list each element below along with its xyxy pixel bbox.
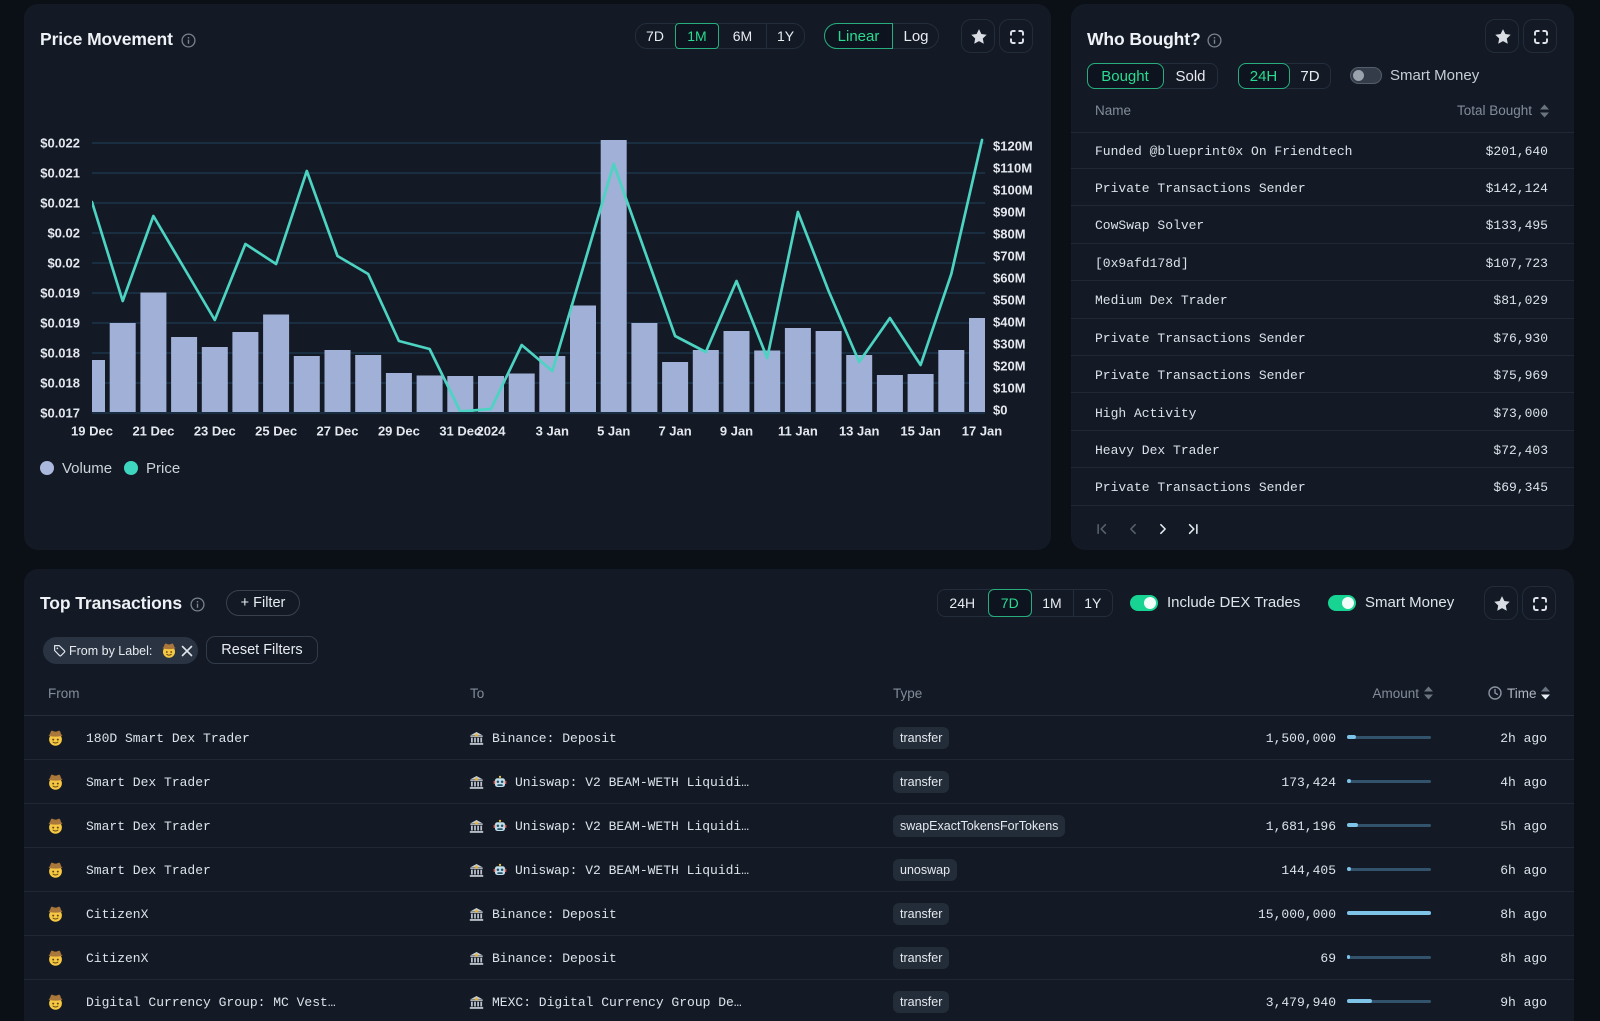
svg-text:15 Jan: 15 Jan <box>900 424 941 439</box>
svg-text:25 Dec: 25 Dec <box>255 424 297 439</box>
svg-text:19 Dec: 19 Dec <box>71 424 113 439</box>
svg-text:11 Jan: 11 Jan <box>778 424 818 439</box>
svg-text:17 Jan: 17 Jan <box>962 424 1003 439</box>
svg-text:$60M: $60M <box>993 271 1026 286</box>
svg-text:$0.019: $0.019 <box>40 286 80 301</box>
svg-text:2024: 2024 <box>477 424 507 439</box>
svg-text:$0.02: $0.02 <box>47 226 80 241</box>
svg-text:$0.021: $0.021 <box>40 196 80 211</box>
svg-text:$20M: $20M <box>993 359 1026 374</box>
svg-text:31 Dec: 31 Dec <box>439 424 481 439</box>
svg-text:$0.018: $0.018 <box>40 346 80 361</box>
svg-text:$0.019: $0.019 <box>40 316 80 331</box>
svg-text:5 Jan: 5 Jan <box>597 424 630 439</box>
svg-text:3 Jan: 3 Jan <box>536 424 569 439</box>
svg-text:$0.018: $0.018 <box>40 376 80 391</box>
svg-text:$120M: $120M <box>993 139 1033 154</box>
svg-text:$80M: $80M <box>993 227 1026 242</box>
svg-text:13 Jan: 13 Jan <box>839 424 880 439</box>
svg-text:27 Dec: 27 Dec <box>317 424 359 439</box>
svg-text:$90M: $90M <box>993 205 1026 220</box>
svg-text:$100M: $100M <box>993 183 1033 198</box>
svg-text:7 Jan: 7 Jan <box>658 424 691 439</box>
svg-text:9 Jan: 9 Jan <box>720 424 753 439</box>
svg-text:$0.02: $0.02 <box>47 256 80 271</box>
svg-text:$0: $0 <box>993 403 1007 418</box>
svg-text:$30M: $30M <box>993 337 1026 352</box>
svg-text:$110M: $110M <box>993 161 1032 176</box>
svg-text:$0.017: $0.017 <box>40 406 80 421</box>
svg-text:$10M: $10M <box>993 381 1026 396</box>
svg-text:29 Dec: 29 Dec <box>378 424 420 439</box>
svg-text:$40M: $40M <box>993 315 1026 330</box>
svg-text:23 Dec: 23 Dec <box>194 424 236 439</box>
svg-text:$0.021: $0.021 <box>40 166 80 181</box>
svg-text:$50M: $50M <box>993 293 1026 308</box>
svg-text:$0.022: $0.022 <box>40 136 80 151</box>
svg-text:$70M: $70M <box>993 249 1026 264</box>
svg-text:21 Dec: 21 Dec <box>132 424 174 439</box>
